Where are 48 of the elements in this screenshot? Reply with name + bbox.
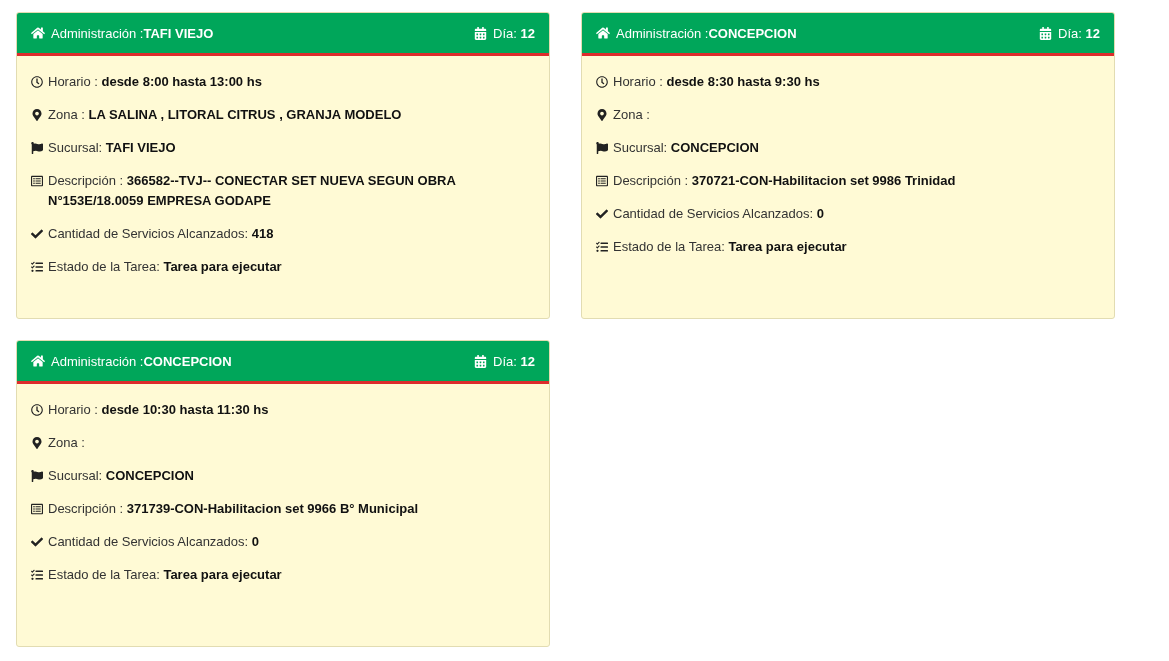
map-pin-icon: [31, 437, 43, 449]
detail-text: Zona :: [613, 106, 650, 124]
detail-text: Horario : desde 8:30 hasta 9:30 hs: [613, 73, 820, 91]
detail-text: Sucursal: TAFI VIEJO: [48, 139, 176, 157]
home-icon: [31, 26, 45, 40]
detail-text: Cantidad de Servicios Alcanzados: 0: [48, 533, 260, 551]
card-title: Administración :CONCEPCION: [51, 353, 232, 369]
day-label: Día: 12: [493, 25, 535, 41]
detail-text: Estado de la Tarea: Tarea para ejecutar: [48, 566, 282, 584]
day-label: Día: 12: [493, 353, 535, 369]
card-title: Administración :TAFI VIEJO: [51, 25, 214, 41]
tasks-icon: [31, 261, 43, 273]
calendar-icon: [1039, 26, 1053, 40]
detail-text: Horario : desde 10:30 hasta 11:30 hs: [48, 401, 269, 419]
check-icon: [596, 208, 608, 220]
detail-text: Sucursal: CONCEPCION: [48, 467, 194, 485]
detail-text: Sucursal: CONCEPCION: [613, 139, 759, 157]
check-icon: [31, 228, 43, 240]
home-icon: [596, 26, 610, 40]
map-pin-icon: [596, 109, 608, 121]
detail-text: Cantidad de Servicios Alcanzados: 0: [613, 205, 825, 223]
clock-icon: [31, 76, 43, 88]
card-title: Administración :CONCEPCION: [616, 25, 797, 41]
detail-text: Descripción : 371739-CON-Habilitacion set 9966 B° Municipal: [48, 500, 419, 518]
detail-text: Estado de la Tarea: Tarea para ejecutar: [48, 258, 282, 276]
detail-text: Descripción : 366582--TVJ-- CONECTAR SET NUEVA SEGUN OBRA N°153E/18.0059 EMPRESA GODAPE: [48, 172, 457, 210]
list-icon: [31, 503, 43, 515]
tasks-icon: [31, 569, 43, 581]
day-label: Día: 12: [1058, 25, 1100, 41]
detail-text: Zona :: [48, 434, 85, 452]
flag-icon: [31, 142, 43, 154]
clock-icon: [596, 76, 608, 88]
calendar-icon: [474, 354, 488, 368]
flag-icon: [31, 470, 43, 482]
check-icon: [31, 536, 43, 548]
detail-text: Cantidad de Servicios Alcanzados: 418: [48, 225, 274, 243]
detail-text: Descripción : 370721-CON-Habilitacion set 9986 Trinidad: [613, 172, 956, 190]
clock-icon: [31, 404, 43, 416]
list-icon: [596, 175, 608, 187]
flag-icon: [596, 142, 608, 154]
list-icon: [31, 175, 43, 187]
tasks-icon: [596, 241, 608, 253]
calendar-icon: [474, 26, 488, 40]
detail-text: Horario : desde 8:00 hasta 13:00 hs: [48, 73, 262, 91]
map-pin-icon: [31, 109, 43, 121]
home-icon: [31, 354, 45, 368]
detail-text: Zona : LA SALINA , LITORAL CITRUS , GRANJA MODELO: [48, 106, 402, 124]
detail-text: Estado de la Tarea: Tarea para ejecutar: [613, 238, 847, 256]
